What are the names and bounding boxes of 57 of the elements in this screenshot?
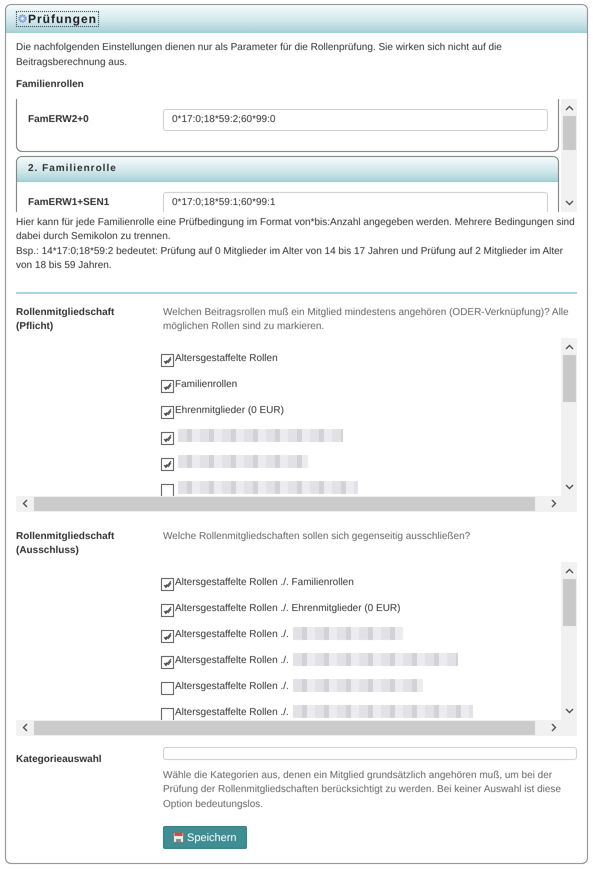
checkbox[interactable] [161,432,174,444]
option-label: Ehrenmitglieder (0 EUR) [175,404,284,416]
option-label: Familienrollen [175,378,238,390]
vertical-scrollbar[interactable] [561,562,577,720]
horizontal-scrollbar[interactable] [16,720,577,736]
scroll-left-icon [22,723,28,732]
panel-title[interactable]: Prüfungen [16,10,99,26]
vertical-scrollbar[interactable] [561,338,577,496]
checkbox[interactable] [161,656,174,668]
checkbox[interactable] [161,354,174,366]
horizontal-scrollbar[interactable] [16,496,577,512]
field-label: FamERW2+0 [28,114,90,125]
checkbox[interactable] [161,406,174,418]
scroll-thumb[interactable] [562,354,576,402]
description: Welchen Beitragsrollen muß ein Mitglied mindestens angehören (ODER-Verknüpfung)? Alle möglichen Rollen sind zu markieren. [163,306,570,334]
checkbox[interactable] [161,578,174,590]
checkbox[interactable] [161,630,174,642]
category-field[interactable] [163,746,577,760]
input-field[interactable]: 0*17:0;18*59:1;60*99:1 [163,192,548,212]
scroll-right-icon [551,723,557,732]
section-label: Familienrollen [16,78,85,92]
scroll-left-icon [22,499,28,508]
scroll-thumb[interactable] [562,578,576,626]
field-label: FamERW1+SEN1 [28,197,110,208]
checkbox[interactable] [161,604,174,616]
field-label: Rollenmitgliedschaft (Ausschluss) [16,530,116,558]
scroll-up-icon [564,568,574,574]
field-label: Rollenmitgliedschaft (Pflicht) [16,306,116,334]
field-label: Kategorieauswahl [16,752,103,766]
scroll-down-icon [564,200,574,206]
checkbox[interactable] [161,458,174,470]
input-field[interactable]: 0*17:0;18*59:2;60*99:0 [163,108,548,130]
gear-icon [18,14,27,23]
checkbox[interactable] [161,682,174,694]
option-label: Altersgestaffelte Rollen ./. [175,628,289,640]
scroll-up-icon [564,104,574,110]
floppy-icon [173,832,184,843]
intro-text: Die nachfolgenden Einstellungen dienen nur als Parameter für die Rollenprüfung. Sie wirken sich nicht auf die Beitragsberechnung aus. [16,41,503,70]
scroll-thumb[interactable] [562,116,576,150]
help-text: Bsp.: 14*17:0;18*59:2 bedeutet: Prüfung auf 0 Mitglieder im Alter von 14 bis 17 Jahren und Prüfung auf 2 Mitglieder im Alter von 18 bis 59 Jahren. [16,244,564,273]
option-label: Altersgestaffelte Rollen ./. Familienrollen [175,576,354,588]
vertical-scrollbar[interactable] [561,98,577,212]
scroll-right-icon [551,499,557,508]
option-label: Altersgestaffelte Rollen ./. [175,680,289,692]
save-button[interactable]: Speichern [163,826,247,849]
option-label: Altersgestaffelte Rollen ./. [175,706,289,718]
option-label: Altersgestaffelte Rollen [175,352,278,364]
scroll-down-icon [564,484,574,490]
card-title: 2. Familienrolle [28,163,117,174]
checkbox[interactable] [161,380,174,392]
description: Welche Rollenmitgliedschaften sollen sich gegenseitig ausschließen? [163,530,470,544]
description: Wähle die Kategorien aus, denen ein Mitglied grundsätzlich angehören muß, um bei der Prüfung der Rollenmitgliedschaften berücksichtigt zu werden. Bei keiner Auswahl ist diese Option bedeutungslos. [163,768,562,812]
option-label: Altersgestaffelte Rollen ./. Ehrenmitglieder (0 EUR) [175,602,400,614]
help-text: Hier kann für jede Familienrolle eine Prüfbedingung im Format von*bis:Anzahl angegeben werden. Mehrere Bedingungen sind dabei durch Semikolon zu trennen. [16,216,576,244]
scroll-down-icon [564,708,574,714]
scroll-up-icon [564,344,574,350]
option-label: Altersgestaffelte Rollen ./. [175,654,289,666]
